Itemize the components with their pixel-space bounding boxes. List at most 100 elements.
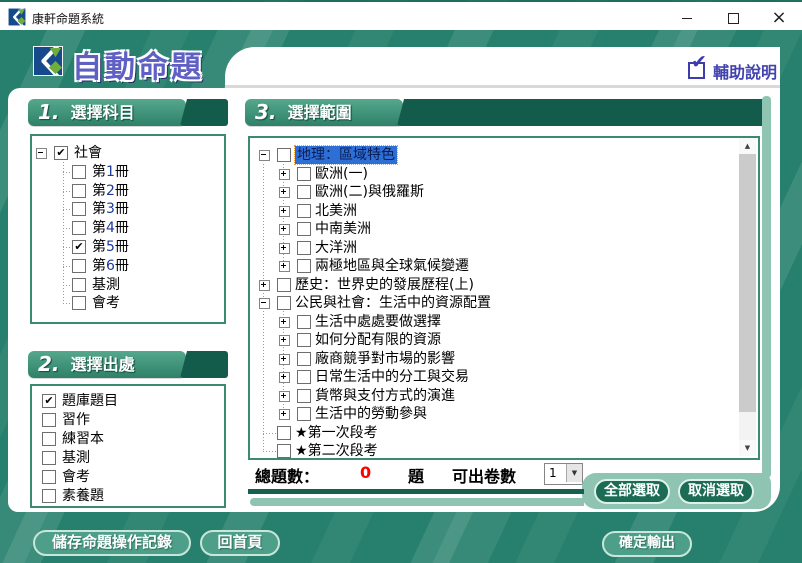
- source-checkbox[interactable]: [42, 451, 56, 465]
- tree-item-label[interactable]: 歐洲(二)與俄羅斯: [315, 183, 424, 201]
- select-all-button[interactable]: 全部選取: [594, 479, 670, 504]
- tree-checkbox[interactable]: [297, 315, 311, 329]
- source-item-label[interactable]: 題庫題目: [62, 392, 118, 410]
- tree-checkbox[interactable]: [72, 240, 86, 254]
- tree-expand-icon[interactable]: [279, 206, 290, 217]
- tree-connector-stub: [63, 266, 72, 267]
- tree-checkbox[interactable]: [297, 407, 311, 421]
- tree-item-label[interactable]: 廠商競爭對市場的影響: [315, 350, 455, 368]
- save-record-button[interactable]: 儲存命題操作記錄: [33, 530, 191, 556]
- tree-item-label[interactable]: 歐洲(一): [315, 165, 368, 183]
- tree-collapse-icon[interactable]: [259, 150, 270, 161]
- tree-checkbox[interactable]: [297, 222, 311, 236]
- scrollbar-thumb[interactable]: [739, 154, 756, 412]
- tree-item-label[interactable]: 第1冊: [92, 163, 129, 181]
- tree-checkbox[interactable]: [297, 241, 311, 255]
- tree-checkbox[interactable]: [297, 259, 311, 273]
- tree-item-label[interactable]: 如何分配有限的資源: [315, 331, 441, 349]
- source-checkbox[interactable]: [42, 394, 56, 408]
- tree-connector-stub: [263, 433, 277, 434]
- tree-checkbox[interactable]: [72, 259, 86, 273]
- tree-expand-icon[interactable]: [279, 243, 290, 254]
- tree-expand-icon[interactable]: [279, 354, 290, 365]
- tree-checkbox[interactable]: [54, 146, 68, 160]
- source-item-label[interactable]: 會考: [62, 468, 90, 486]
- total-questions-unit: 題: [408, 463, 424, 487]
- tree-item-label[interactable]: 第3冊: [92, 200, 129, 218]
- tree-item-label[interactable]: 北美洲: [315, 202, 357, 220]
- tree-checkbox[interactable]: [297, 389, 311, 403]
- source-item-label[interactable]: 練習本: [62, 430, 104, 448]
- home-button[interactable]: 回首頁: [200, 530, 280, 556]
- tree-item-label[interactable]: 基測: [92, 276, 120, 294]
- tree-checkbox[interactable]: [72, 165, 86, 179]
- paper-count-select[interactable]: 1: [544, 463, 583, 485]
- tree-item-label[interactable]: 兩極地區與全球氣候變遷: [315, 257, 469, 275]
- maximize-button[interactable]: [710, 4, 756, 32]
- help-link[interactable]: 輔助說明: [688, 57, 788, 81]
- source-item-label[interactable]: 基測: [62, 449, 90, 467]
- source-checkbox[interactable]: [42, 489, 56, 503]
- tree-expand-icon[interactable]: [279, 224, 290, 235]
- tree-item-label[interactable]: ★第一次段考: [295, 424, 378, 442]
- source-checkbox[interactable]: [42, 470, 56, 484]
- tree-collapse-icon[interactable]: [36, 148, 47, 159]
- tree-item-label[interactable]: 歷史：世界史的發展歷程(上): [295, 276, 474, 294]
- tree-item-label[interactable]: 公民與社會：生活中的資源配置: [295, 294, 491, 312]
- scroll-up-icon[interactable]: [739, 138, 756, 154]
- tree-item-label[interactable]: 第4冊: [92, 219, 129, 237]
- tree-expand-icon[interactable]: [279, 169, 290, 180]
- tree-checkbox[interactable]: [277, 278, 291, 292]
- confirm-output-button[interactable]: 確定輸出: [602, 531, 692, 557]
- tree-item-label[interactable]: 日常生活中的分工與交易: [315, 368, 469, 386]
- source-item-label[interactable]: 素養題: [62, 487, 104, 505]
- tree-expand-icon[interactable]: [279, 409, 290, 420]
- tree-item-label[interactable]: 貨幣與支付方式的演進: [315, 387, 455, 405]
- tree-checkbox[interactable]: [297, 185, 311, 199]
- tree-checkbox[interactable]: [72, 296, 86, 310]
- tree-collapse-icon[interactable]: [259, 298, 270, 309]
- tree-item-label[interactable]: 會考: [92, 294, 120, 312]
- tree-item-label[interactable]: 社會: [74, 144, 102, 162]
- tree-checkbox[interactable]: [297, 352, 311, 366]
- tree-checkbox[interactable]: [72, 221, 86, 235]
- tree-item-label[interactable]: 第5冊: [92, 238, 129, 256]
- tree-checkbox[interactable]: [72, 202, 86, 216]
- tree-checkbox[interactable]: [277, 148, 291, 162]
- minimize-button[interactable]: [664, 4, 710, 32]
- tree-item-label[interactable]: 中南美洲: [315, 220, 371, 238]
- tree-item-label[interactable]: 第2冊: [92, 182, 129, 200]
- close-button[interactable]: [756, 4, 802, 32]
- tree-checkbox[interactable]: [277, 426, 291, 440]
- tree-checkbox[interactable]: [297, 333, 311, 347]
- tree-item-label[interactable]: 大洋洲: [315, 239, 357, 257]
- range-scrollbar[interactable]: [739, 138, 756, 456]
- tree-item-label[interactable]: 第6冊: [92, 257, 129, 275]
- tree-checkbox[interactable]: [277, 296, 291, 310]
- source-checkbox[interactable]: [42, 432, 56, 446]
- source-checkbox[interactable]: [42, 413, 56, 427]
- tree-expand-icon[interactable]: [279, 335, 290, 346]
- tree-item-label[interactable]: ★第二次段考: [295, 442, 378, 458]
- tree-checkbox[interactable]: [72, 184, 86, 198]
- tree-item-label[interactable]: 地理：區域特色: [295, 146, 397, 164]
- tree-expand-icon[interactable]: [279, 391, 290, 402]
- tree-checkbox[interactable]: [277, 444, 291, 458]
- scroll-down-icon[interactable]: [739, 440, 756, 456]
- tree-expand-icon[interactable]: [279, 187, 290, 198]
- tree-expand-icon[interactable]: [259, 280, 270, 291]
- tree-checkbox[interactable]: [72, 278, 86, 292]
- tree-item-label[interactable]: 生活中的勞動參與: [315, 405, 427, 423]
- tree-checkbox[interactable]: [297, 370, 311, 384]
- tree-expand-icon[interactable]: [279, 261, 290, 272]
- tree-item-label[interactable]: 生活中處處要做選擇: [315, 313, 441, 331]
- dropdown-arrow-icon[interactable]: [566, 464, 582, 482]
- source-item-label[interactable]: 習作: [62, 411, 90, 429]
- tree-checkbox[interactable]: [297, 204, 311, 218]
- tree-expand-icon[interactable]: [279, 372, 290, 383]
- tree-connector-stub: [63, 209, 72, 210]
- tree-expand-icon[interactable]: [279, 317, 290, 328]
- tree-checkbox[interactable]: [297, 167, 311, 181]
- tree-connector-stub: [63, 191, 72, 192]
- deselect-button[interactable]: 取消選取: [678, 479, 754, 504]
